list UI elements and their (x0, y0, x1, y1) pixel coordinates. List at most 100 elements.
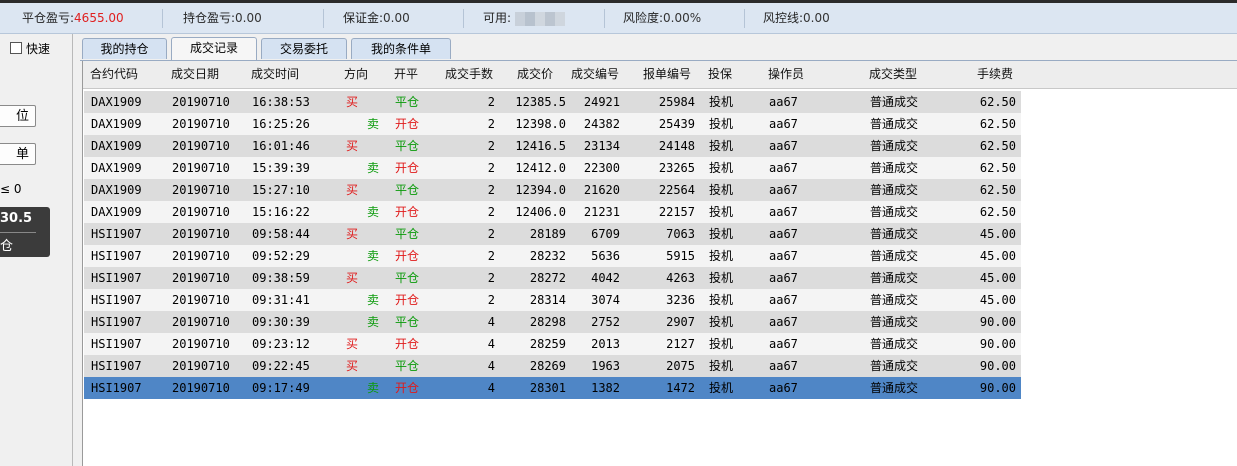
header-operator[interactable]: 操作员 (768, 61, 828, 88)
cell-trade-type: 普通成交 (870, 95, 919, 109)
cell-operator: aa67 (769, 139, 798, 153)
quick-label: 快速 (26, 42, 51, 56)
tab-orders[interactable]: 交易委托 (261, 38, 347, 59)
table-row[interactable]: HSI1907 20190710 09:52:29 卖 开仓 2 28232 5636 5915… (84, 245, 1021, 267)
cell-trade-id: 2752 (591, 315, 620, 329)
cell-contract: HSI1907 (91, 337, 142, 351)
header-time[interactable]: 成交时间 (251, 61, 321, 88)
risk-value: 0.00% (663, 11, 702, 25)
tab-conditional-orders[interactable]: 我的条件单 (351, 38, 451, 59)
cell-fee: 62.50 (979, 205, 1016, 219)
cell-order-id: 25984 (658, 95, 695, 109)
cell-date: 20190710 (172, 227, 230, 241)
cell-hedge: 投机 (709, 183, 734, 197)
cell-operator: aa67 (769, 359, 798, 373)
table-row[interactable]: DAX1909 20190710 16:01:46 买 平仓 2 12416.5 23134 2… (84, 135, 1021, 157)
cell-direction: 卖 (367, 315, 380, 329)
cell-quantity: 2 (487, 183, 495, 197)
table-row[interactable]: HSI1907 20190710 09:38:59 买 平仓 2 28272 4042 4263… (84, 267, 1021, 289)
table-empty-area (1022, 89, 1237, 466)
quick-checkbox[interactable] (10, 42, 22, 54)
position-button[interactable]: 位 (0, 105, 36, 127)
cell-price: 28232 (529, 249, 566, 263)
header-order-id[interactable]: 报单编号 (631, 61, 691, 88)
cell-open-close: 开仓 (395, 293, 420, 307)
cell-fee: 90.00 (979, 315, 1016, 329)
cell-fee: 45.00 (979, 249, 1016, 263)
table-row[interactable]: HSI1907 20190710 09:17:49 卖 开仓 4 28301 1382 1472… (84, 377, 1021, 399)
header-contract[interactable]: 合约代码 (90, 61, 160, 88)
cell-quantity: 2 (487, 293, 495, 307)
cell-open-close: 平仓 (395, 271, 420, 285)
cell-open-close: 平仓 (395, 315, 420, 329)
cell-order-id: 2127 (666, 337, 695, 351)
cell-trade-id: 2013 (591, 337, 620, 351)
table-row[interactable]: HSI1907 20190710 09:22:45 买 平仓 4 28269 1963 2075… (84, 355, 1021, 377)
cell-time: 16:01:46 (252, 139, 310, 153)
cell-direction: 卖 (367, 293, 380, 307)
cell-operator: aa67 (769, 315, 798, 329)
quote-action: 仓 (0, 239, 14, 254)
quick-order-toggle[interactable]: 快速 (10, 40, 50, 57)
cell-contract: DAX1909 (91, 161, 142, 175)
cell-time: 09:23:12 (252, 337, 310, 351)
cell-contract: HSI1907 (91, 315, 142, 329)
cell-order-id: 2075 (666, 359, 695, 373)
cell-operator: aa67 (769, 161, 798, 175)
cell-fee: 90.00 (979, 381, 1016, 395)
cell-fee: 62.50 (979, 117, 1016, 131)
header-open-close[interactable]: 开平 (394, 61, 424, 88)
header-hedge[interactable]: 投保 (708, 61, 748, 88)
cell-contract: DAX1909 (91, 183, 142, 197)
cell-direction: 卖 (367, 249, 380, 263)
cell-hedge: 投机 (709, 139, 734, 153)
header-date[interactable]: 成交日期 (171, 61, 241, 88)
cell-operator: aa67 (769, 95, 798, 109)
cell-contract: HSI1907 (91, 249, 142, 263)
divider (323, 9, 324, 28)
table-row[interactable]: HSI1907 20190710 09:58:44 买 平仓 2 28189 6709 7063… (84, 223, 1021, 245)
table-header: 合约代码 成交日期 成交时间 方向 开平 成交手数 成交价 成交编号 报单编号 投保 操作员 成交类型… (83, 61, 1237, 89)
cell-trade-id: 23134 (583, 139, 620, 153)
cell-order-id: 5915 (666, 249, 695, 263)
cell-open-close: 开仓 (395, 117, 420, 131)
tab-positions[interactable]: 我的持仓 (82, 38, 167, 59)
tab-trade-records[interactable]: 成交记录 (171, 37, 257, 60)
table-row[interactable]: DAX1909 20190710 15:39:39 卖 开仓 2 12412.0 22300 2… (84, 157, 1021, 179)
cell-fee: 62.50 (979, 139, 1016, 153)
table-row[interactable]: DAX1909 20190710 16:25:26 卖 开仓 2 12398.0 24382 2… (84, 113, 1021, 135)
cell-direction: 买 (346, 271, 359, 285)
cell-order-id: 24148 (658, 139, 695, 153)
cell-hedge: 投机 (709, 271, 734, 285)
table-row[interactable]: DAX1909 20190710 15:27:10 买 平仓 2 12394.0 21620 2… (84, 179, 1021, 201)
table-row[interactable]: HSI1907 20190710 09:30:39 卖 平仓 4 28298 2752 2907… (84, 311, 1021, 333)
cell-trade-id: 1963 (591, 359, 620, 373)
cell-direction: 卖 (367, 161, 380, 175)
table-row[interactable]: HSI1907 20190710 09:23:12 买 开仓 4 28259 2013 2127… (84, 333, 1021, 355)
cell-operator: aa67 (769, 271, 798, 285)
header-direction[interactable]: 方向 (344, 61, 374, 88)
header-quantity[interactable]: 成交手数 (423, 61, 493, 88)
cell-direction: 买 (346, 227, 359, 241)
header-trade-type[interactable]: 成交类型 (869, 61, 939, 88)
cell-contract: DAX1909 (91, 117, 142, 131)
order-button[interactable]: 单 (0, 143, 36, 165)
table-row[interactable]: DAX1909 20190710 16:38:53 买 平仓 2 12385.5 24921 2… (84, 91, 1021, 113)
control-value: 0.00 (803, 11, 830, 25)
cell-price: 12406.0 (515, 205, 566, 219)
cell-quantity: 4 (487, 381, 495, 395)
cell-order-id: 3236 (666, 293, 695, 307)
header-trade-id[interactable]: 成交编号 (563, 61, 619, 88)
quote-button[interactable]: 30.5 仓 (0, 207, 50, 257)
cell-trade-id: 1382 (591, 381, 620, 395)
cell-trade-id: 6709 (591, 227, 620, 241)
table-row[interactable]: HSI1907 20190710 09:31:41 卖 开仓 2 28314 3074 3236… (84, 289, 1021, 311)
cell-open-close: 开仓 (395, 161, 420, 175)
cell-time: 09:38:59 (252, 271, 310, 285)
header-price[interactable]: 成交价 (497, 61, 553, 88)
header-fee[interactable]: 手续费 (943, 61, 1013, 88)
left-order-panel: 快速 位 单 ≤ 0 30.5 仓 (0, 34, 73, 466)
cell-order-id: 4263 (666, 271, 695, 285)
quantity-limit: ≤ 0 (0, 182, 22, 196)
table-row[interactable]: DAX1909 20190710 15:16:22 卖 开仓 2 12406.0 21231 2… (84, 201, 1021, 223)
